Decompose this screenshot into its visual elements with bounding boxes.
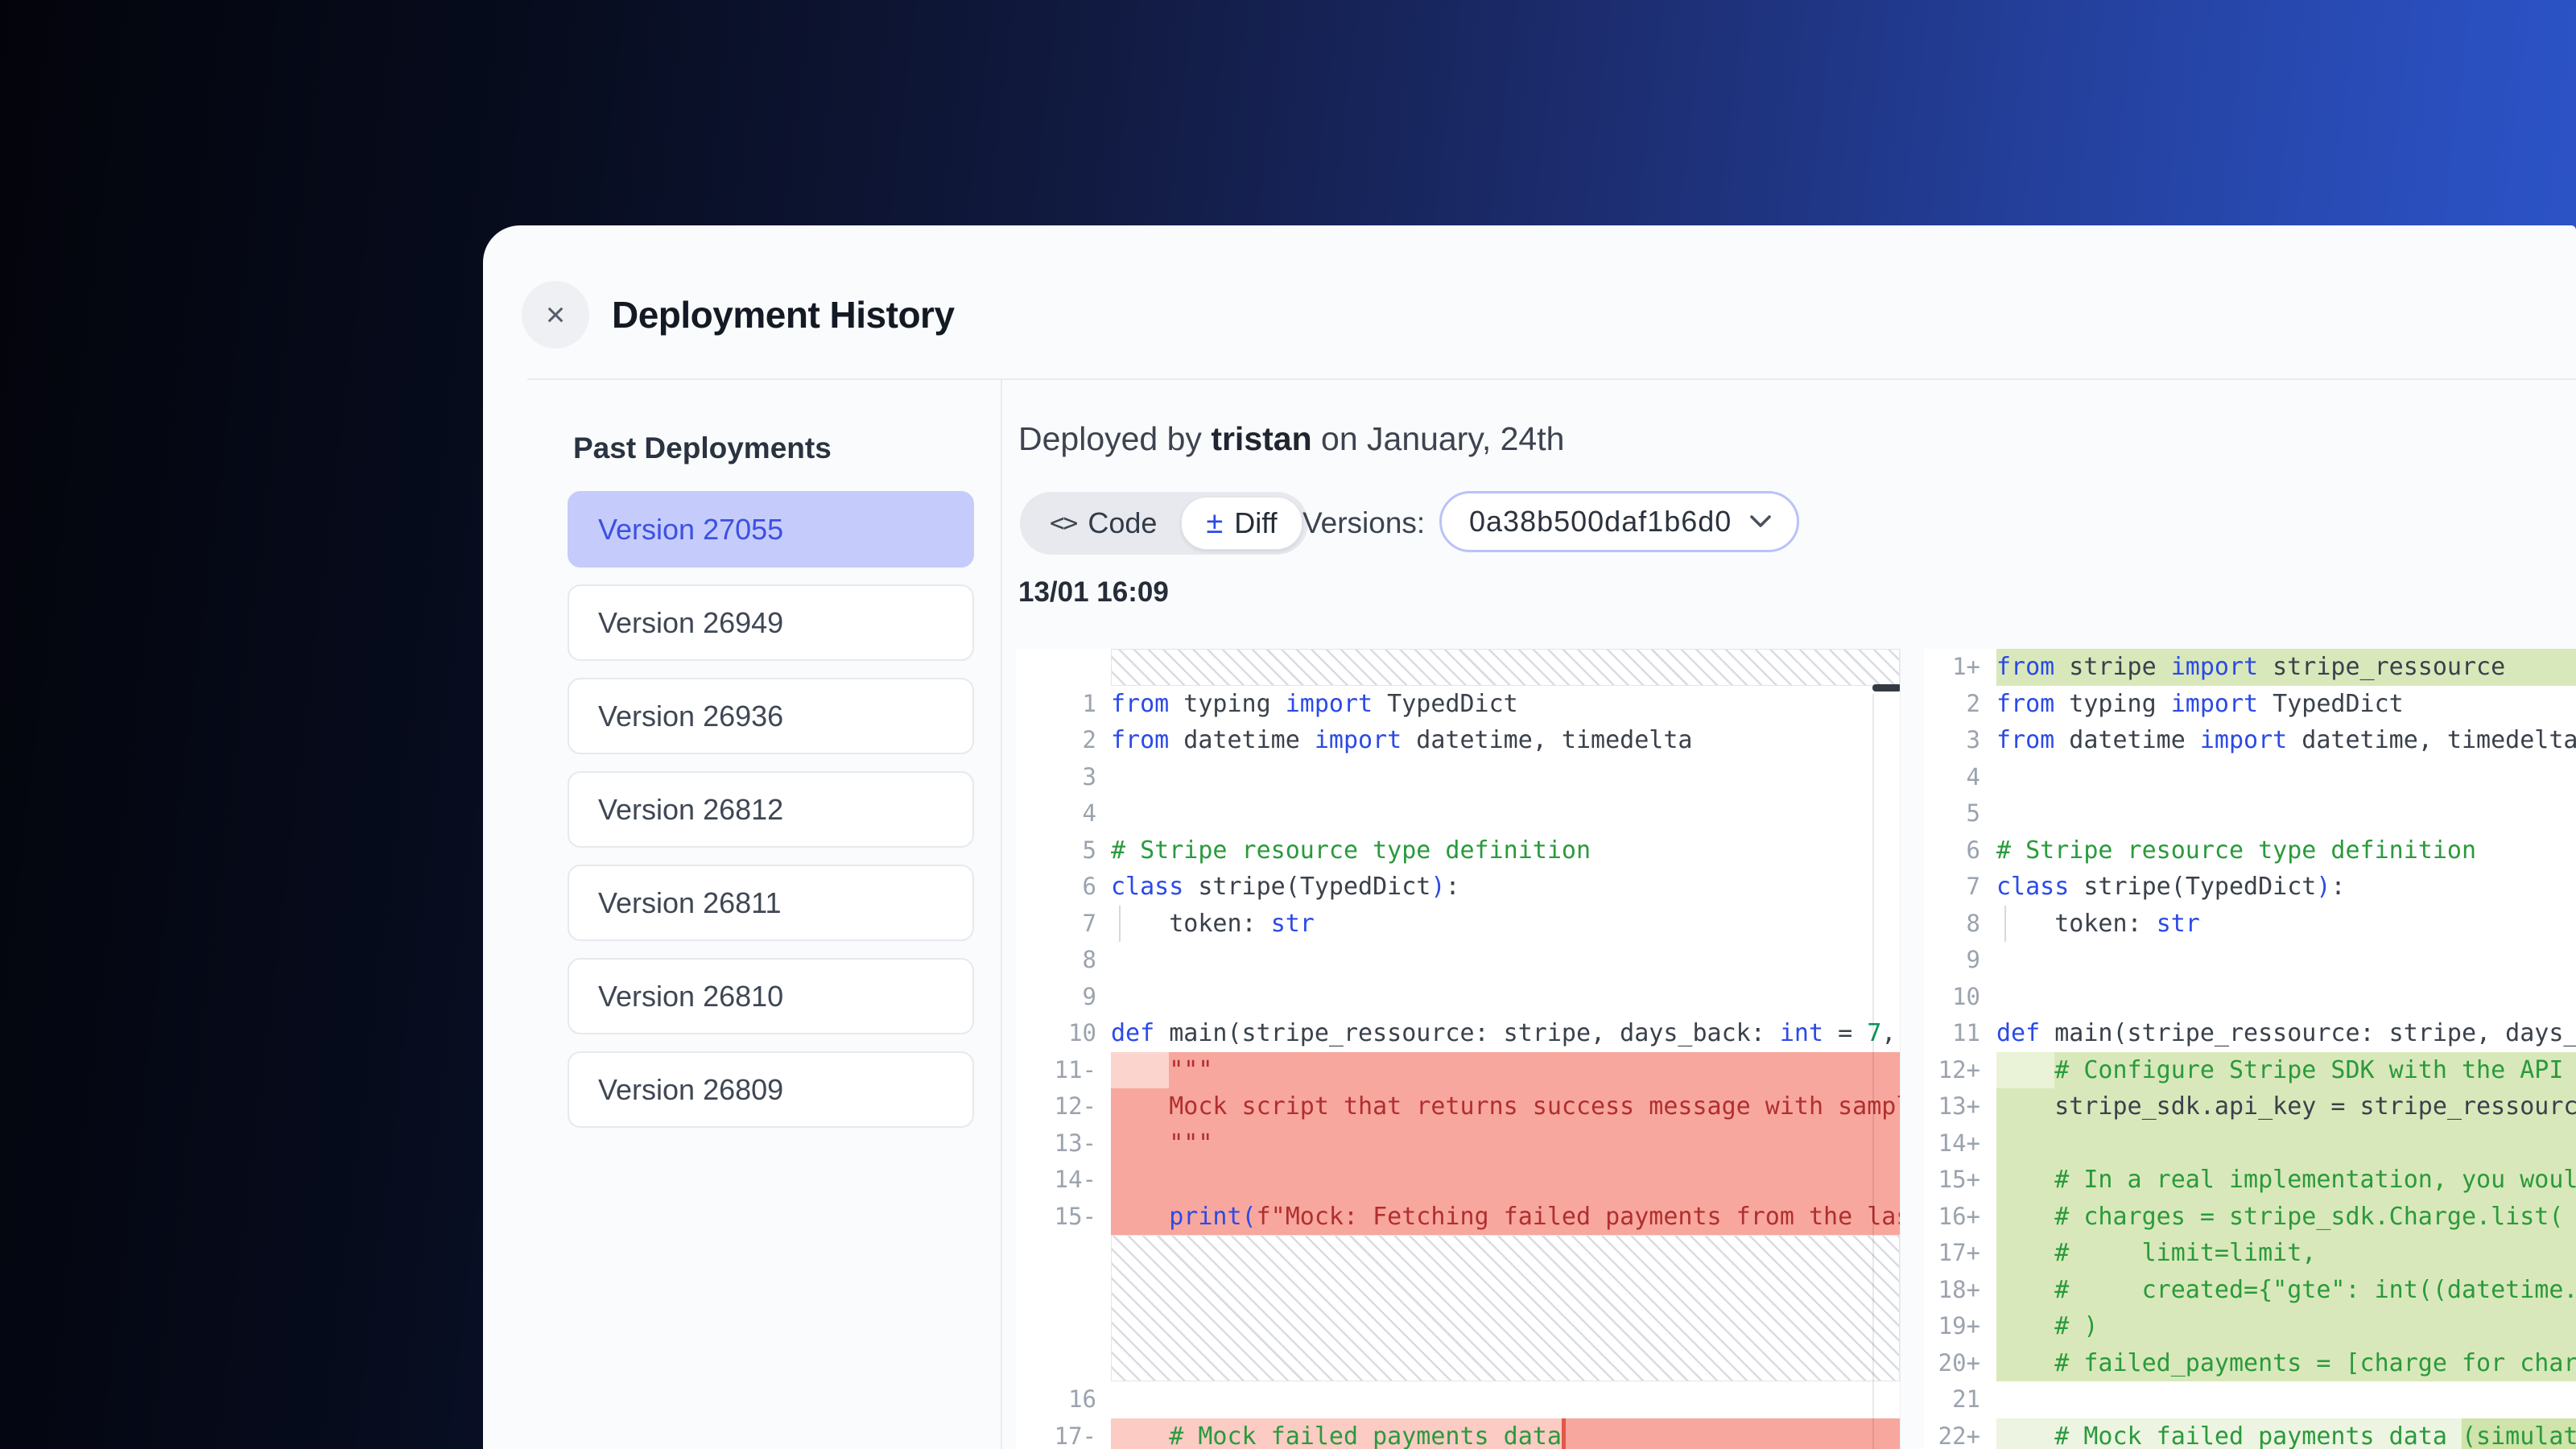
version-hash-select[interactable]: 0a38b500daf1b6d0 <box>1439 491 1799 552</box>
diff-row: 6class stripe(TypedDict): <box>1016 869 1900 906</box>
version-item[interactable]: Version 26936 <box>568 678 974 754</box>
chevron-down-icon <box>1748 514 1773 530</box>
diff-row: 18+ # created={"gte": int((datetime.now(… <box>1924 1272 2576 1309</box>
diff-row: 9 <box>1924 942 2576 979</box>
diff-row: 12- Mock script that returns success mes… <box>1016 1088 1900 1125</box>
diff-row: 13+ stripe_sdk.api_key = stripe_ressourc… <box>1924 1088 2576 1125</box>
scrollbar-track <box>1872 694 1874 1449</box>
diff-row <box>1016 1235 1900 1381</box>
desktop-background: × Deployment History Past Deployments Ve… <box>0 0 2576 1449</box>
diff-row: 19+ # ) <box>1924 1308 2576 1345</box>
tab-diff[interactable]: ± Diff <box>1181 497 1302 550</box>
diff-row: 17- # Mock failed payments data <box>1016 1418 1900 1449</box>
diff-row: 17+ # limit=limit, <box>1924 1235 2576 1272</box>
collapsed-region <box>1111 649 1900 686</box>
past-deployments-heading: Past Deployments <box>573 431 832 465</box>
tab-code[interactable]: <> Code <box>1026 497 1181 549</box>
diff-row: 22+ # Mock failed payments data (simulat… <box>1924 1418 2576 1449</box>
diff-row: 2from typing import TypedDict <box>1924 686 2576 723</box>
diff-icon: ± <box>1206 508 1223 539</box>
diff-row: 4 <box>1016 795 1900 832</box>
version-item[interactable]: Version 26810 <box>568 958 974 1034</box>
diff-row: 14- <box>1016 1162 1900 1199</box>
diff-row: 8 <box>1016 942 1900 979</box>
version-item[interactable]: Version 26809 <box>568 1051 974 1128</box>
diff-row: 14+ <box>1924 1125 2576 1162</box>
diff-row: 20+ # failed_payments = [charge for char… <box>1924 1345 2576 1382</box>
diff-row: 9 <box>1016 979 1900 1016</box>
page-title: Deployment History <box>612 293 955 336</box>
diff-row: 10 <box>1924 979 2576 1016</box>
versions-label: Versions: <box>1302 492 1425 555</box>
diff-row: 15- print(f"Mock: Fetching failed paymen… <box>1016 1199 1900 1236</box>
diff-row: 4 <box>1924 759 2576 796</box>
view-toggle: <> Code ± Diff <box>1020 492 1308 555</box>
version-item[interactable]: Version 27055 <box>568 491 974 568</box>
diff-row: 6# Stripe resource type definition <box>1924 832 2576 869</box>
deployment-timestamp: 13/01 16:09 <box>1018 576 1169 609</box>
code-icon: <> <box>1050 509 1076 538</box>
diff-row: 15+ # In a real implementation, you woul… <box>1924 1162 2576 1199</box>
diff-row: 10def main(stripe_ressource: stripe, day… <box>1016 1015 1900 1052</box>
tab-diff-label: Diff <box>1234 506 1277 540</box>
diff-row: 11def main(stripe_ressource: stripe, day… <box>1924 1015 2576 1052</box>
diff-row: 13- """ <box>1016 1125 1900 1162</box>
diff-row: 5# Stripe resource type definition <box>1016 832 1900 869</box>
diff-row: 21 <box>1924 1381 2576 1418</box>
close-icon: × <box>546 295 566 334</box>
version-item[interactable]: Version 26812 <box>568 771 974 848</box>
diff-row: 5 <box>1924 795 2576 832</box>
deployer-name: tristan <box>1211 420 1311 457</box>
diff-pane-old[interactable]: 1from typing import TypedDict2from datet… <box>1016 649 1901 1449</box>
version-item[interactable]: Version 26811 <box>568 865 974 941</box>
diff-pane-new[interactable]: 1+from stripe import stripe_ressource2fr… <box>1924 649 2576 1449</box>
diff-row: 2from datetime import datetime, timedelt… <box>1016 722 1900 759</box>
deployed-by-line: Deployed by tristan on January, 24th <box>1018 420 1564 458</box>
diff-row: 12+ # Configure Stripe SDK with the API … <box>1924 1052 2576 1089</box>
diff-row: 11- """ <box>1016 1052 1900 1089</box>
version-item[interactable]: Version 26949 <box>568 584 974 661</box>
diff-row: 16+ # charges = stripe_sdk.Charge.list( <box>1924 1199 2576 1236</box>
version-list: Version 27055 Version 26949 Version 26936 V… <box>568 491 974 1145</box>
diff-row: 7 token: str <box>1016 906 1900 943</box>
diff-row <box>1016 649 1900 686</box>
diff-row: 8 token: str <box>1924 906 2576 943</box>
diff-row: 1+from stripe import stripe_ressource <box>1924 649 2576 686</box>
header-divider <box>527 378 2576 380</box>
sidebar-divider <box>1001 380 1002 1449</box>
close-button[interactable]: × <box>522 281 589 349</box>
diff-row: 1from typing import TypedDict <box>1016 686 1900 723</box>
diff-row: 16 <box>1016 1381 1900 1418</box>
diff-row: 3 <box>1016 759 1900 796</box>
deployment-history-modal: × Deployment History Past Deployments Ve… <box>483 225 2576 1449</box>
collapsed-region <box>1111 1235 1900 1381</box>
version-hash-value: 0a38b500daf1b6d0 <box>1469 505 1748 539</box>
scrollbar-thumb[interactable] <box>1872 684 1901 691</box>
tab-code-label: Code <box>1088 506 1157 540</box>
diff-row: 7class stripe(TypedDict): <box>1924 869 2576 906</box>
diff-row: 3from datetime import datetime, timedelt… <box>1924 722 2576 759</box>
